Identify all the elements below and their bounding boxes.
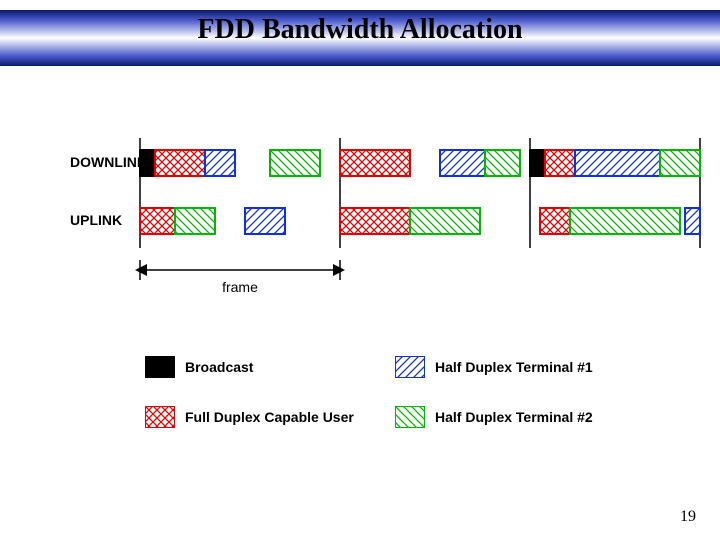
- slot-half2: [570, 208, 680, 234]
- slot-half1: [245, 208, 285, 234]
- slot-broadcast: [140, 150, 155, 176]
- frame-span: frame: [140, 260, 340, 295]
- timeline-svg: frame: [130, 130, 720, 310]
- fullduplex-swatch: [145, 406, 175, 428]
- downlink-row: [140, 150, 700, 176]
- diagram-stage: DOWNLINK UPLINK: [70, 150, 690, 350]
- slot-half2: [175, 208, 215, 234]
- half1-swatch: [395, 356, 425, 378]
- slot-fullduplex: [140, 208, 175, 234]
- slot-half1: [575, 150, 660, 176]
- legend-broadcast-label: Broadcast: [185, 359, 253, 375]
- uplink-label: UPLINK: [70, 212, 122, 228]
- slot-fullduplex: [540, 208, 570, 234]
- slot-half1: [685, 208, 700, 234]
- slot-fullduplex: [545, 150, 575, 176]
- slot-half2: [410, 208, 480, 234]
- slot-half1: [440, 150, 485, 176]
- page-number: 19: [680, 508, 696, 526]
- legend-broadcast: Broadcast: [145, 356, 253, 378]
- frame-label: frame: [222, 279, 258, 295]
- legend-half1-label: Half Duplex Terminal #1: [435, 359, 593, 375]
- slot-half2: [660, 150, 700, 176]
- broadcast-swatch: [145, 356, 175, 378]
- slot-fullduplex: [340, 150, 410, 176]
- slide-title: FDD Bandwidth Allocation: [0, 14, 720, 46]
- slot-broadcast: [530, 150, 545, 176]
- legend-half2-label: Half Duplex Terminal #2: [435, 409, 593, 425]
- slot-half1: [205, 150, 235, 176]
- slot-fullduplex: [155, 150, 205, 176]
- legend-half2: Half Duplex Terminal #2: [395, 406, 593, 428]
- half2-swatch: [395, 406, 425, 428]
- legend-fullduplex-label: Full Duplex Capable User: [185, 409, 354, 425]
- legend-fullduplex: Full Duplex Capable User: [145, 406, 354, 428]
- uplink-row: [140, 208, 700, 234]
- slot-fullduplex: [340, 208, 410, 234]
- legend-half1: Half Duplex Terminal #1: [395, 356, 593, 378]
- slot-half2: [485, 150, 520, 176]
- slot-half2: [270, 150, 320, 176]
